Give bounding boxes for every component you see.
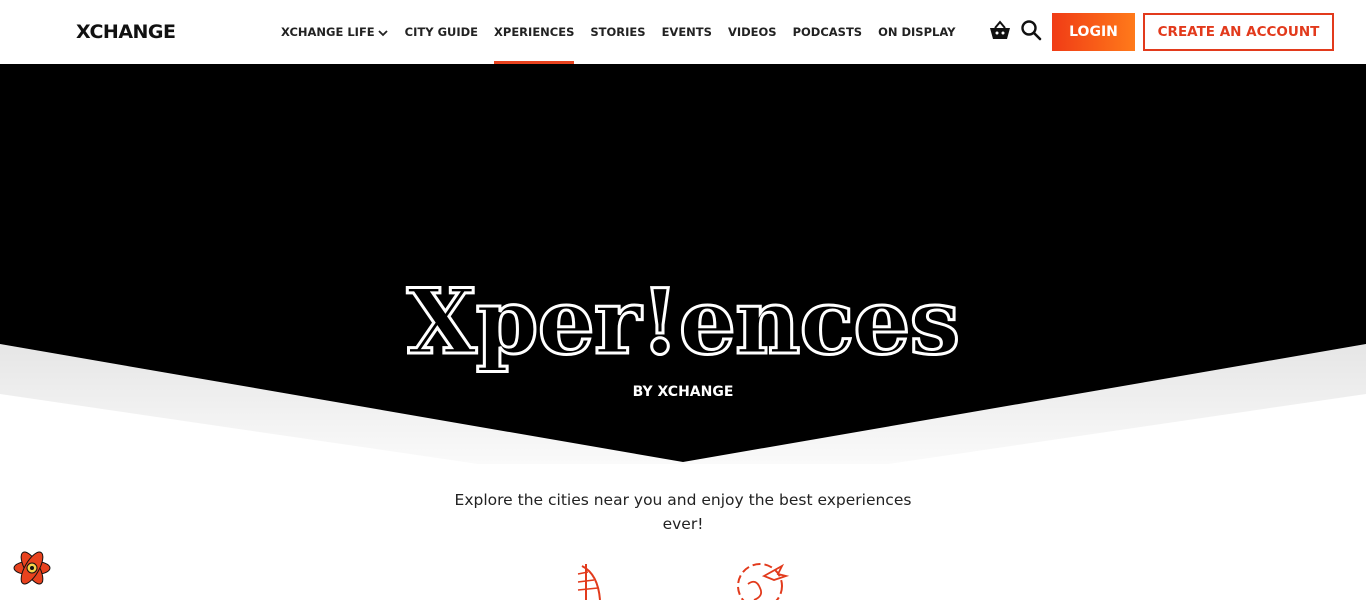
- hero-title: Xper!ences: [405, 269, 961, 375]
- search-icon[interactable]: [1019, 18, 1045, 44]
- menu-item-podcasts[interactable]: PODCASTS: [793, 0, 863, 64]
- travel-globe-icon[interactable]: [730, 560, 790, 600]
- menu-item-stories[interactable]: STORIES: [590, 0, 645, 64]
- hero-banner: [0, 64, 1366, 464]
- menu-item-on-display[interactable]: ON DISPLAY: [878, 0, 955, 64]
- tagline: Explore the cities near you and enjoy th…: [454, 491, 912, 533]
- site-logo[interactable]: XCHANGE: [76, 20, 176, 44]
- create-account-button[interactable]: CREATE AN ACCOUNT: [1143, 13, 1334, 51]
- login-button[interactable]: LOGIN: [1052, 13, 1135, 51]
- menu-item-city-guide[interactable]: CITY GUIDE: [405, 0, 478, 64]
- react-logo-icon[interactable]: [11, 547, 53, 589]
- menu-item-label: XCHANGE LIFE: [281, 25, 375, 39]
- hero-background: [0, 64, 1366, 464]
- hero-subtitle: BY XCHANGE: [632, 384, 734, 400]
- menu-item-events[interactable]: EVENTS: [662, 0, 712, 64]
- menu-item-videos[interactable]: VIDEOS: [728, 0, 777, 64]
- menu-item-xperiences[interactable]: XPERIENCES: [494, 0, 575, 64]
- main-menu: XCHANGE LIFE CITY GUIDE XPERIENCES STORI…: [281, 0, 971, 64]
- basket-icon[interactable]: [987, 18, 1013, 44]
- chevron-down-icon: [378, 29, 388, 36]
- burj-al-arab-icon[interactable]: [560, 560, 620, 600]
- menu-item-xchange-life[interactable]: XCHANGE LIFE: [281, 0, 389, 64]
- top-navigation: XCHANGE XCHANGE LIFE CITY GUIDE XPERIENC…: [0, 0, 1366, 64]
